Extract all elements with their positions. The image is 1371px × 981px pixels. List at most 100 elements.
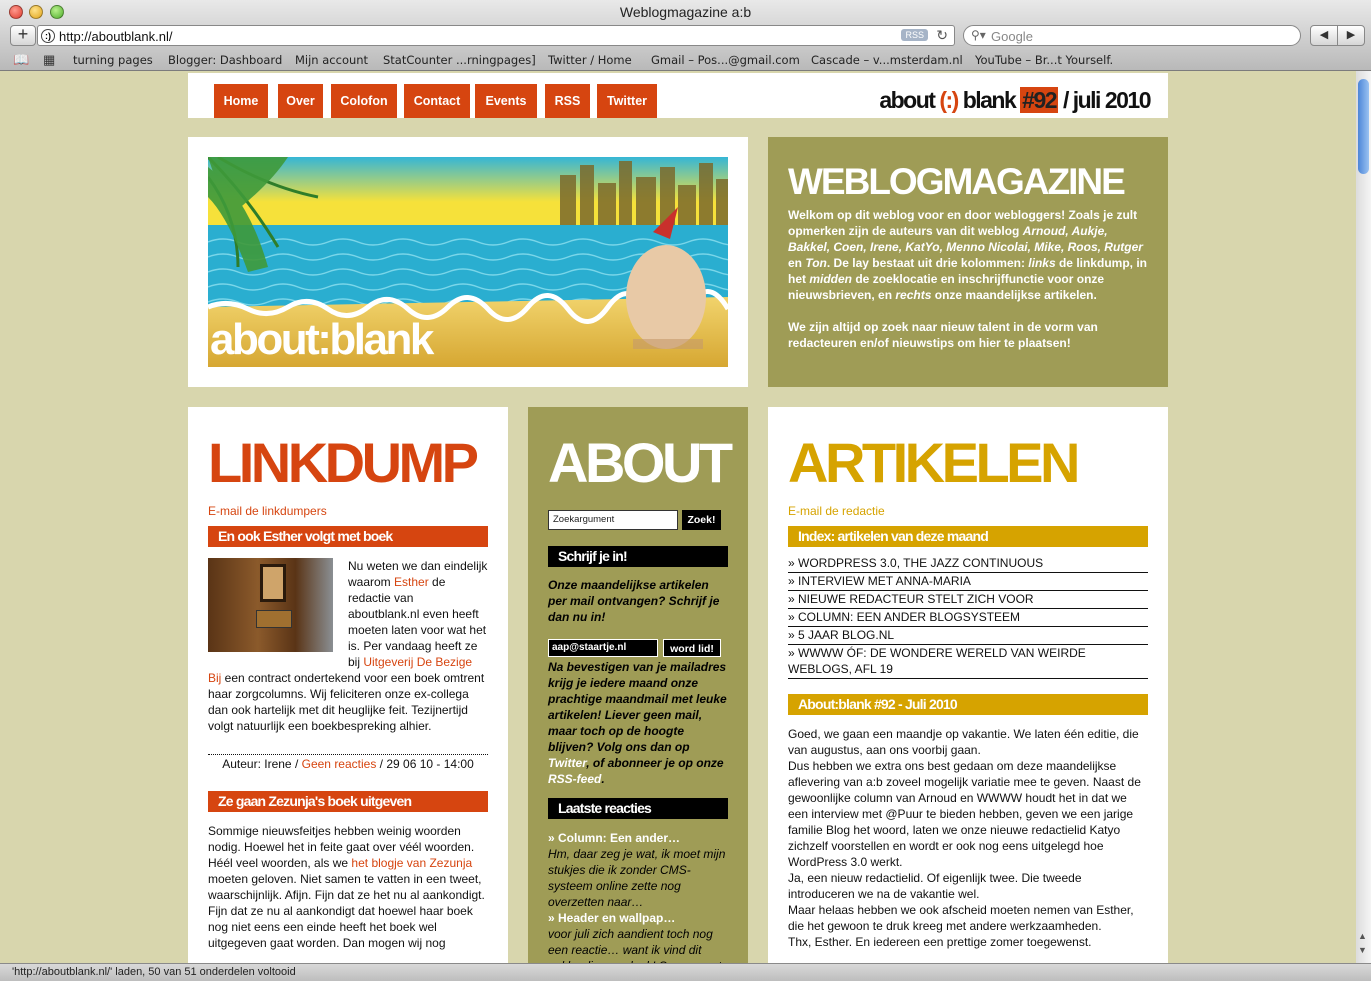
nav-home[interactable]: Home xyxy=(214,84,268,118)
comment-excerpt: voor juli zich aandient toch nog een rea… xyxy=(548,927,721,967)
grid-icon[interactable]: ▦ xyxy=(43,52,55,68)
nav-over[interactable]: Over xyxy=(278,84,323,118)
window-title: Weblogmagazine a:b xyxy=(619,4,752,20)
confirm-text-part: Na bevestigen van je mailadres krijg je … xyxy=(548,660,727,754)
intro-paragraph-2: We zijn altijd op zoek naar nieuw talent… xyxy=(788,320,1098,350)
post-text-part: een contract ondertekend voor een boek o… xyxy=(208,671,485,733)
door-photo xyxy=(208,558,333,652)
hero-wordmark: about:blank xyxy=(210,315,434,364)
scroll-thumb[interactable] xyxy=(1358,79,1369,174)
article-link[interactable]: » COLUMN: EEN ANDER BLOGSYSTEEM xyxy=(788,609,1148,627)
nav-colofon[interactable]: Colofon xyxy=(331,84,397,118)
issue-heading: About:blank #92 - Juli 2010 xyxy=(788,694,1148,715)
post-meta: Auteur: Irene / Geen reacties / 29 06 10… xyxy=(208,754,488,771)
nav-twitter[interactable]: Twitter xyxy=(597,84,657,118)
comments-link[interactable]: Geen reacties xyxy=(302,757,377,771)
subscribe-text: Onze maandelijkse artikelen per mail ont… xyxy=(548,578,720,624)
article-link[interactable]: » WORDPRESS 3.0, THE JAZZ CONTINUOUS xyxy=(788,555,1148,573)
article-link[interactable]: » INTERVIEW MET ANNA-MARIA xyxy=(788,573,1148,591)
email-redactie-link[interactable]: E-mail de redactie xyxy=(788,504,1148,518)
confirm-text-part: , of abonneer je op onze xyxy=(586,756,724,770)
subscribe-button[interactable]: word lid! xyxy=(663,639,721,657)
bookmark-item[interactable]: StatCounter ...rningpages] xyxy=(383,53,536,67)
status-bar: 'http://aboutblank.nl/' laden, 50 van 51… xyxy=(0,963,1371,981)
post-author: Auteur: Irene / xyxy=(222,757,302,771)
bookmark-item[interactable]: Mijn account xyxy=(295,53,368,67)
reload-icon[interactable]: ↻ xyxy=(936,27,948,44)
post-title[interactable]: Ze gaan Zezunja's boek uitgeven xyxy=(208,791,488,812)
google-search-field[interactable]: ⚲▾ Google xyxy=(963,25,1301,46)
search-input[interactable]: Zoekargument xyxy=(548,510,678,530)
issue-text: Goed, we gaan een maandje op vakantie. W… xyxy=(788,727,1141,949)
back-button[interactable]: ◀ xyxy=(1310,25,1338,46)
address-bar[interactable]: :) http://aboutblank.nl/ RSS ↻ xyxy=(37,25,955,46)
add-bookmark-button[interactable]: + xyxy=(10,25,36,46)
comments-heading: Laatste reacties xyxy=(548,798,728,819)
hero-panel: about:blank xyxy=(188,137,748,387)
bookmark-item[interactable]: Blogger: Dashboard xyxy=(168,53,282,67)
hero-image: about:blank xyxy=(208,157,728,367)
post-text: Sommige nieuwsfeitjes hebben weinig woor… xyxy=(208,823,488,951)
article-link[interactable]: » WWWW ÓF: DE WONDERE WERELD VAN WEIRDE … xyxy=(788,645,1148,679)
confirm-text: Na bevestigen van je mailadres krijg je … xyxy=(548,659,732,787)
artikelen-title: ARTIKELEN xyxy=(788,431,1080,494)
confirm-text-part: . xyxy=(601,772,605,786)
forward-button[interactable]: ▶ xyxy=(1337,25,1365,46)
issue-number: #92 xyxy=(1020,87,1059,113)
bookmark-item[interactable]: turning pages xyxy=(73,53,153,67)
comment-title-link[interactable]: » Header en wallpap… xyxy=(548,910,732,926)
open-book-icon[interactable]: 📖 xyxy=(13,52,29,68)
bookmark-item[interactable]: Gmail – Pos...@gmail.com xyxy=(651,53,800,67)
intro-links: links xyxy=(1028,256,1056,270)
article-link[interactable]: » 5 JAAR BLOG.NL xyxy=(788,627,1148,645)
rss-feed-link[interactable]: RSS-feed xyxy=(548,772,601,786)
comment-title-link[interactable]: » Column: Een ander… xyxy=(548,830,732,846)
google-search-placeholder: Google xyxy=(991,29,1033,44)
about-title: ABOUT xyxy=(548,431,733,494)
rss-badge-button[interactable]: RSS xyxy=(901,29,928,41)
linkdump-column: LINKDUMP E-mail de linkdumpers En ook Es… xyxy=(188,407,508,967)
site-logo[interactable]: about (:) blank #92 / juli 2010 xyxy=(879,87,1152,114)
nav-rss[interactable]: RSS xyxy=(545,84,590,118)
logo-smile: (:) xyxy=(939,87,959,113)
post-title[interactable]: En ook Esther volgt met boek xyxy=(208,526,488,547)
bookmark-item[interactable]: Cascade – v...msterdam.nl xyxy=(811,53,963,67)
intro-text: . De lay bestaat uit drie kolommen: xyxy=(826,256,1029,270)
bookmark-item[interactable]: Twitter / Home xyxy=(548,53,632,67)
logo-about: about xyxy=(879,87,936,113)
linkdump-title: LINKDUMP xyxy=(208,431,479,494)
scroll-up-icon[interactable]: ▲ xyxy=(1358,931,1367,941)
comments-list: » Column: Een ander… Hm, daar zeg je wat… xyxy=(548,830,732,967)
article-link[interactable]: » NIEUWE REDACTEUR STELT ZICH VOOR xyxy=(788,591,1148,609)
esther-link[interactable]: Esther xyxy=(394,575,429,589)
subscribe-heading: Schrijf je in! xyxy=(548,546,728,567)
browser-chrome: Weblogmagazine a:b + :) http://aboutblan… xyxy=(0,0,1371,71)
twitter-link[interactable]: Twitter xyxy=(548,756,586,770)
email-field[interactable]: aap@staartje.nl xyxy=(548,639,658,657)
search-button[interactable]: Zoek! xyxy=(682,510,721,530)
intro-author-ton: Ton xyxy=(805,256,827,270)
bookmark-item[interactable]: YouTube – Br...t Yourself. xyxy=(975,53,1113,67)
nav-events[interactable]: Events xyxy=(475,84,537,118)
site-header: Home Over Colofon Contact Events RSS Twi… xyxy=(188,73,1168,118)
logo-blank: blank xyxy=(962,87,1017,113)
intro-title: WEBLOGMAGAZINE xyxy=(788,161,1126,202)
zezunja-link[interactable]: het blogje van Zezunja xyxy=(351,856,472,870)
intro-rechts: rechts xyxy=(895,288,932,302)
bookmarks-bar: 📖 ▦ turning pages Blogger: Dashboard Mij… xyxy=(0,50,1371,70)
intro-text: en xyxy=(788,256,806,270)
post-text-part: moeten geloven. Niet samen te vatten in … xyxy=(208,872,485,950)
index-heading: Index: artikelen van deze maand xyxy=(788,526,1148,547)
site-favicon-icon: :) xyxy=(41,29,55,43)
post-date: / 29 06 10 - 14:00 xyxy=(376,757,474,771)
scroll-down-icon[interactable]: ▼ xyxy=(1358,945,1367,955)
post-body: Nu weten we dan eindelijk waarom Esther … xyxy=(208,558,488,734)
search-icon: ⚲▾ xyxy=(971,28,986,42)
url-text[interactable]: http://aboutblank.nl/ xyxy=(59,29,172,44)
email-linkdumpers-link[interactable]: E-mail de linkdumpers xyxy=(208,504,488,518)
comment-excerpt: Hm, daar zeg je wat, ik moet mijn stukje… xyxy=(548,847,726,909)
nav-contact[interactable]: Contact xyxy=(404,84,470,118)
vertical-scrollbar[interactable]: ▲ ▼ xyxy=(1356,71,1371,963)
intro-panel: WEBLOGMAGAZINE Welkom op dit weblog voor… xyxy=(768,137,1168,387)
intro-text: onze maandelijkse artikelen. xyxy=(931,288,1097,302)
